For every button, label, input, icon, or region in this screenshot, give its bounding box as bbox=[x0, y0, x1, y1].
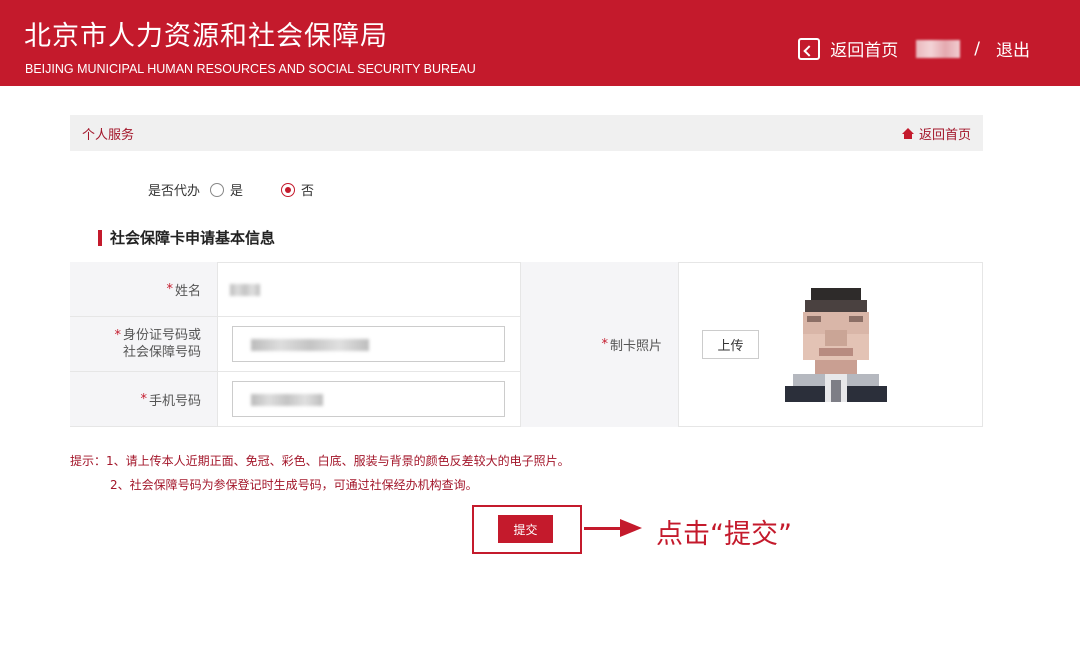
photo-label-cell: * 制卡照片 bbox=[521, 262, 679, 427]
agent-question-label: 是否代办 bbox=[148, 184, 201, 199]
agent-yes-radio[interactable] bbox=[210, 182, 225, 197]
hint-line-1: 提示：1、请上传本人近期正面、免冠、彩色、白底、服装与背景的颜色反差较大的电子照… bbox=[70, 454, 570, 468]
id-number-redacted bbox=[251, 339, 369, 351]
header-home-link[interactable]: 返回首页 bbox=[830, 36, 898, 61]
id-photo-preview bbox=[785, 282, 887, 402]
home-icon bbox=[901, 128, 914, 139]
breadcrumb-section[interactable]: 个人服务 bbox=[82, 124, 134, 143]
agent-question-row: 是否代办 是 否 bbox=[148, 180, 342, 199]
agent-no-label[interactable]: 否 bbox=[301, 180, 314, 199]
upload-photo-button[interactable]: 上传 bbox=[702, 330, 759, 359]
section-accent-bar bbox=[98, 229, 102, 246]
required-mark: * bbox=[166, 281, 173, 297]
id-number-input[interactable] bbox=[232, 326, 505, 362]
section-title-text: 社会保障卡申请基本信息 bbox=[110, 229, 276, 247]
required-mark: * bbox=[601, 337, 608, 352]
phone-label: 手机号码 bbox=[148, 393, 201, 409]
submit-button[interactable]: 提交 bbox=[498, 515, 553, 543]
required-mark: * bbox=[140, 391, 147, 407]
required-mark: * bbox=[114, 328, 121, 343]
callout-arrow-line bbox=[584, 527, 624, 530]
name-value-redacted bbox=[230, 284, 260, 296]
breadcrumb-home-label: 返回首页 bbox=[918, 128, 971, 143]
hint-line-2: 2、社会保障号码为参保登记时生成号码，可通过社保经办机构查询。 bbox=[110, 478, 478, 492]
name-value-cell bbox=[218, 262, 521, 317]
site-header: 北京市人力资源和社会保障局 BEIJING MUNICIPAL HUMAN RE… bbox=[0, 0, 1080, 86]
phone-number-redacted bbox=[251, 394, 323, 406]
agent-yes-label[interactable]: 是 bbox=[230, 180, 243, 199]
header-nav: 返回首页 / 退出 bbox=[798, 36, 1030, 61]
name-label-cell: * 姓名 bbox=[70, 262, 218, 317]
redacted-portrait-icon bbox=[785, 282, 887, 402]
section-title: 社会保障卡申请基本信息 bbox=[98, 227, 275, 248]
id-label-line2: 社会保障号码 bbox=[122, 345, 201, 360]
breadcrumb-home-link[interactable]: 返回首页 bbox=[901, 124, 971, 143]
breadcrumb-bar: 个人服务 返回首页 bbox=[70, 115, 983, 151]
user-name-redacted bbox=[916, 39, 961, 58]
logout-link[interactable]: 退出 bbox=[996, 36, 1030, 61]
agent-no-radio[interactable] bbox=[281, 182, 296, 197]
id-label-group: * 身份证号码或 社会保障号码 bbox=[114, 327, 201, 361]
phone-number-input[interactable] bbox=[232, 381, 505, 417]
name-label: 姓名 bbox=[174, 283, 201, 299]
id-label-cell: * 身份证号码或 社会保障号码 bbox=[70, 317, 218, 372]
submit-callout-text: 点击“提交” bbox=[656, 519, 792, 550]
callout-arrow-icon bbox=[620, 519, 642, 537]
home-return-icon[interactable] bbox=[798, 37, 821, 60]
site-subtitle: BEIJING MUNICIPAL HUMAN RESOURCES AND SO… bbox=[25, 62, 476, 76]
header-separator: / bbox=[974, 38, 980, 59]
id-label-line1: 身份证号码或 bbox=[122, 328, 201, 343]
photo-label: 制卡照片 bbox=[609, 339, 662, 354]
site-title: 北京市人力资源和社会保障局 bbox=[24, 21, 388, 52]
phone-label-cell: * 手机号码 bbox=[70, 372, 218, 427]
